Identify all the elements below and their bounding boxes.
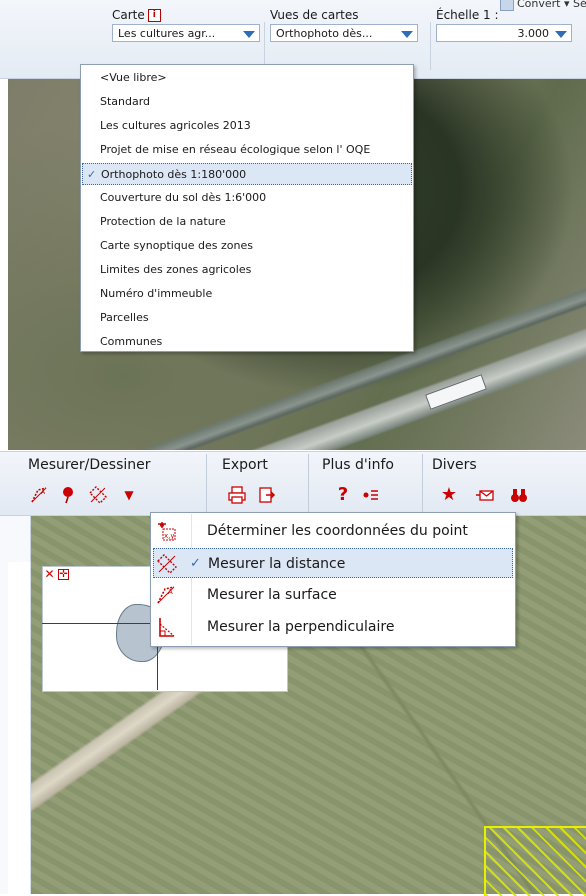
map-view-dropdown: <Vue libre> Standard Les cultures agricole… bbox=[80, 64, 414, 352]
check-icon: ✓ bbox=[87, 168, 97, 181]
export-button[interactable] bbox=[256, 484, 278, 506]
area-icon: A bbox=[31, 487, 47, 503]
echelle-group: Échelle 1 : 3.000 bbox=[436, 8, 572, 42]
measure-tool-option[interactable]: x,y Déterminer les coordonnées du point bbox=[153, 516, 513, 546]
echelle-select[interactable]: 3.000 bbox=[436, 24, 572, 42]
info-icon[interactable]: i bbox=[147, 9, 161, 22]
toolbar-divider bbox=[264, 22, 265, 70]
favorite-button[interactable]: ★ bbox=[438, 484, 460, 506]
map-view-option[interactable]: ✓ Orthophoto dès 1:180'000 bbox=[82, 163, 412, 185]
map-view-option-label: Protection de la nature bbox=[100, 215, 226, 228]
side-panel-content bbox=[8, 562, 31, 894]
chevron-down-icon: ▼ bbox=[124, 488, 134, 502]
map-view-option-label: Standard bbox=[100, 95, 151, 108]
map-view-option-label: Numéro d'immeuble bbox=[100, 287, 213, 300]
chevron-down-icon bbox=[555, 31, 567, 38]
point-tool-button[interactable] bbox=[57, 484, 79, 506]
map-view-option-label: Carte synoptique des zones bbox=[100, 239, 253, 252]
vues-select-value: Orthophoto dès... bbox=[276, 27, 373, 40]
distance-icon bbox=[156, 553, 178, 575]
print-button[interactable] bbox=[226, 484, 248, 506]
map-view-option-label: Les cultures agricoles 2013 bbox=[100, 119, 251, 132]
group-divider bbox=[422, 454, 423, 512]
area-tool-button[interactable]: A bbox=[28, 484, 50, 506]
measure-tool-option[interactable]: Mesurer la perpendiculaire bbox=[153, 612, 513, 642]
star-icon: ★ bbox=[440, 484, 458, 505]
map-view-option[interactable]: Protection de la nature bbox=[82, 211, 412, 233]
legend-button[interactable] bbox=[360, 484, 382, 506]
map-view-option[interactable]: Projet de mise en réseau écologique selo… bbox=[82, 139, 412, 161]
envelope-icon bbox=[476, 490, 494, 501]
map-view-option[interactable]: Communes bbox=[82, 331, 412, 353]
highlighted-parcel bbox=[484, 826, 586, 896]
map-view-option[interactable]: Couverture du sol dès 1:6'000 bbox=[82, 187, 412, 209]
map-view-option-label: Limites des zones agricoles bbox=[100, 263, 252, 276]
svg-text:A: A bbox=[168, 588, 173, 596]
map-view-option[interactable]: Numéro d'immeuble bbox=[82, 283, 412, 305]
svg-text:A: A bbox=[41, 489, 46, 496]
map-view-option[interactable]: <Vue libre> bbox=[82, 67, 412, 89]
carte-group: Carte i Les cultures agr... bbox=[112, 8, 260, 42]
chevron-down-icon bbox=[401, 31, 413, 38]
measure-tool-option[interactable]: A Mesurer la surface bbox=[153, 580, 513, 610]
info-group-label: Plus d'info bbox=[322, 457, 394, 473]
binoculars-icon bbox=[511, 489, 527, 502]
map-view-option[interactable]: Limites des zones agricoles bbox=[82, 259, 412, 281]
search-button[interactable] bbox=[508, 484, 530, 506]
map-view-option[interactable]: Carte synoptique des zones bbox=[82, 235, 412, 257]
check-icon: ✓ bbox=[190, 556, 201, 571]
echelle-label: Échelle 1 : bbox=[436, 8, 499, 22]
measure-tools-dropdown: x,y Déterminer les coordonnées du point ✓ M… bbox=[150, 512, 516, 647]
measure-dropdown-button[interactable]: ▼ bbox=[118, 484, 140, 506]
help-button[interactable]: ? bbox=[332, 484, 354, 506]
measure-tool-option-label: Déterminer les coordonnées du point bbox=[207, 523, 468, 539]
coordinates-icon: x,y bbox=[155, 520, 177, 542]
legend-icon bbox=[363, 490, 378, 500]
measure-group-label: Mesurer/Dessiner bbox=[28, 457, 151, 473]
pin-icon bbox=[63, 487, 73, 504]
vues-select[interactable]: Orthophoto dès... bbox=[270, 24, 418, 42]
echelle-select-value: 3.000 bbox=[517, 27, 550, 40]
export-group-label: Export bbox=[222, 457, 268, 473]
question-icon: ? bbox=[337, 484, 349, 505]
svg-text:x,y: x,y bbox=[164, 532, 175, 540]
map-view-option[interactable]: Les cultures agricoles 2013 bbox=[82, 115, 412, 137]
printer-icon bbox=[228, 486, 246, 504]
measure-tool-option[interactable]: ✓ Mesurer la distance bbox=[153, 548, 513, 578]
chevron-down-icon bbox=[243, 31, 255, 38]
area-icon: A bbox=[155, 584, 177, 606]
toolbar-divider bbox=[430, 22, 431, 70]
map-view-option-label: Projet de mise en réseau écologique selo… bbox=[100, 143, 371, 156]
measure-tool-option-label: Mesurer la distance bbox=[208, 556, 346, 572]
distance-tool-button[interactable] bbox=[87, 484, 109, 506]
crosshair-horizontal bbox=[42, 623, 160, 624]
pan-icon[interactable]: ✛ bbox=[58, 569, 69, 580]
send-button[interactable] bbox=[474, 484, 496, 506]
vues-group: Vues de cartes Orthophoto dès... bbox=[270, 8, 418, 42]
group-divider bbox=[308, 454, 309, 512]
map-view-option[interactable]: Standard bbox=[82, 91, 412, 113]
distance-icon bbox=[89, 486, 107, 504]
carte-label: Carte bbox=[112, 8, 145, 22]
carte-select[interactable]: Les cultures agr... bbox=[112, 24, 260, 42]
map-view-option-label: Orthophoto dès 1:180'000 bbox=[101, 168, 247, 181]
measure-tool-option-label: Mesurer la perpendiculaire bbox=[207, 619, 395, 635]
group-divider bbox=[206, 454, 207, 512]
map-view-option-label: <Vue libre> bbox=[100, 71, 167, 84]
measure-tool-option-label: Mesurer la surface bbox=[207, 587, 337, 603]
export-icon bbox=[259, 487, 276, 503]
vues-label: Vues de cartes bbox=[270, 8, 359, 22]
divers-group-label: Divers bbox=[432, 457, 477, 473]
map-view-option-label: Communes bbox=[100, 335, 163, 348]
map-view-option-label: Couverture du sol dès 1:6'000 bbox=[100, 191, 267, 204]
close-icon[interactable]: ✕ bbox=[44, 568, 55, 580]
perpendicular-icon bbox=[155, 616, 177, 638]
map-view-option-label: Parcelles bbox=[100, 311, 149, 324]
carte-select-value: Les cultures agr... bbox=[118, 27, 216, 40]
map-view-option[interactable]: Parcelles bbox=[82, 307, 412, 329]
